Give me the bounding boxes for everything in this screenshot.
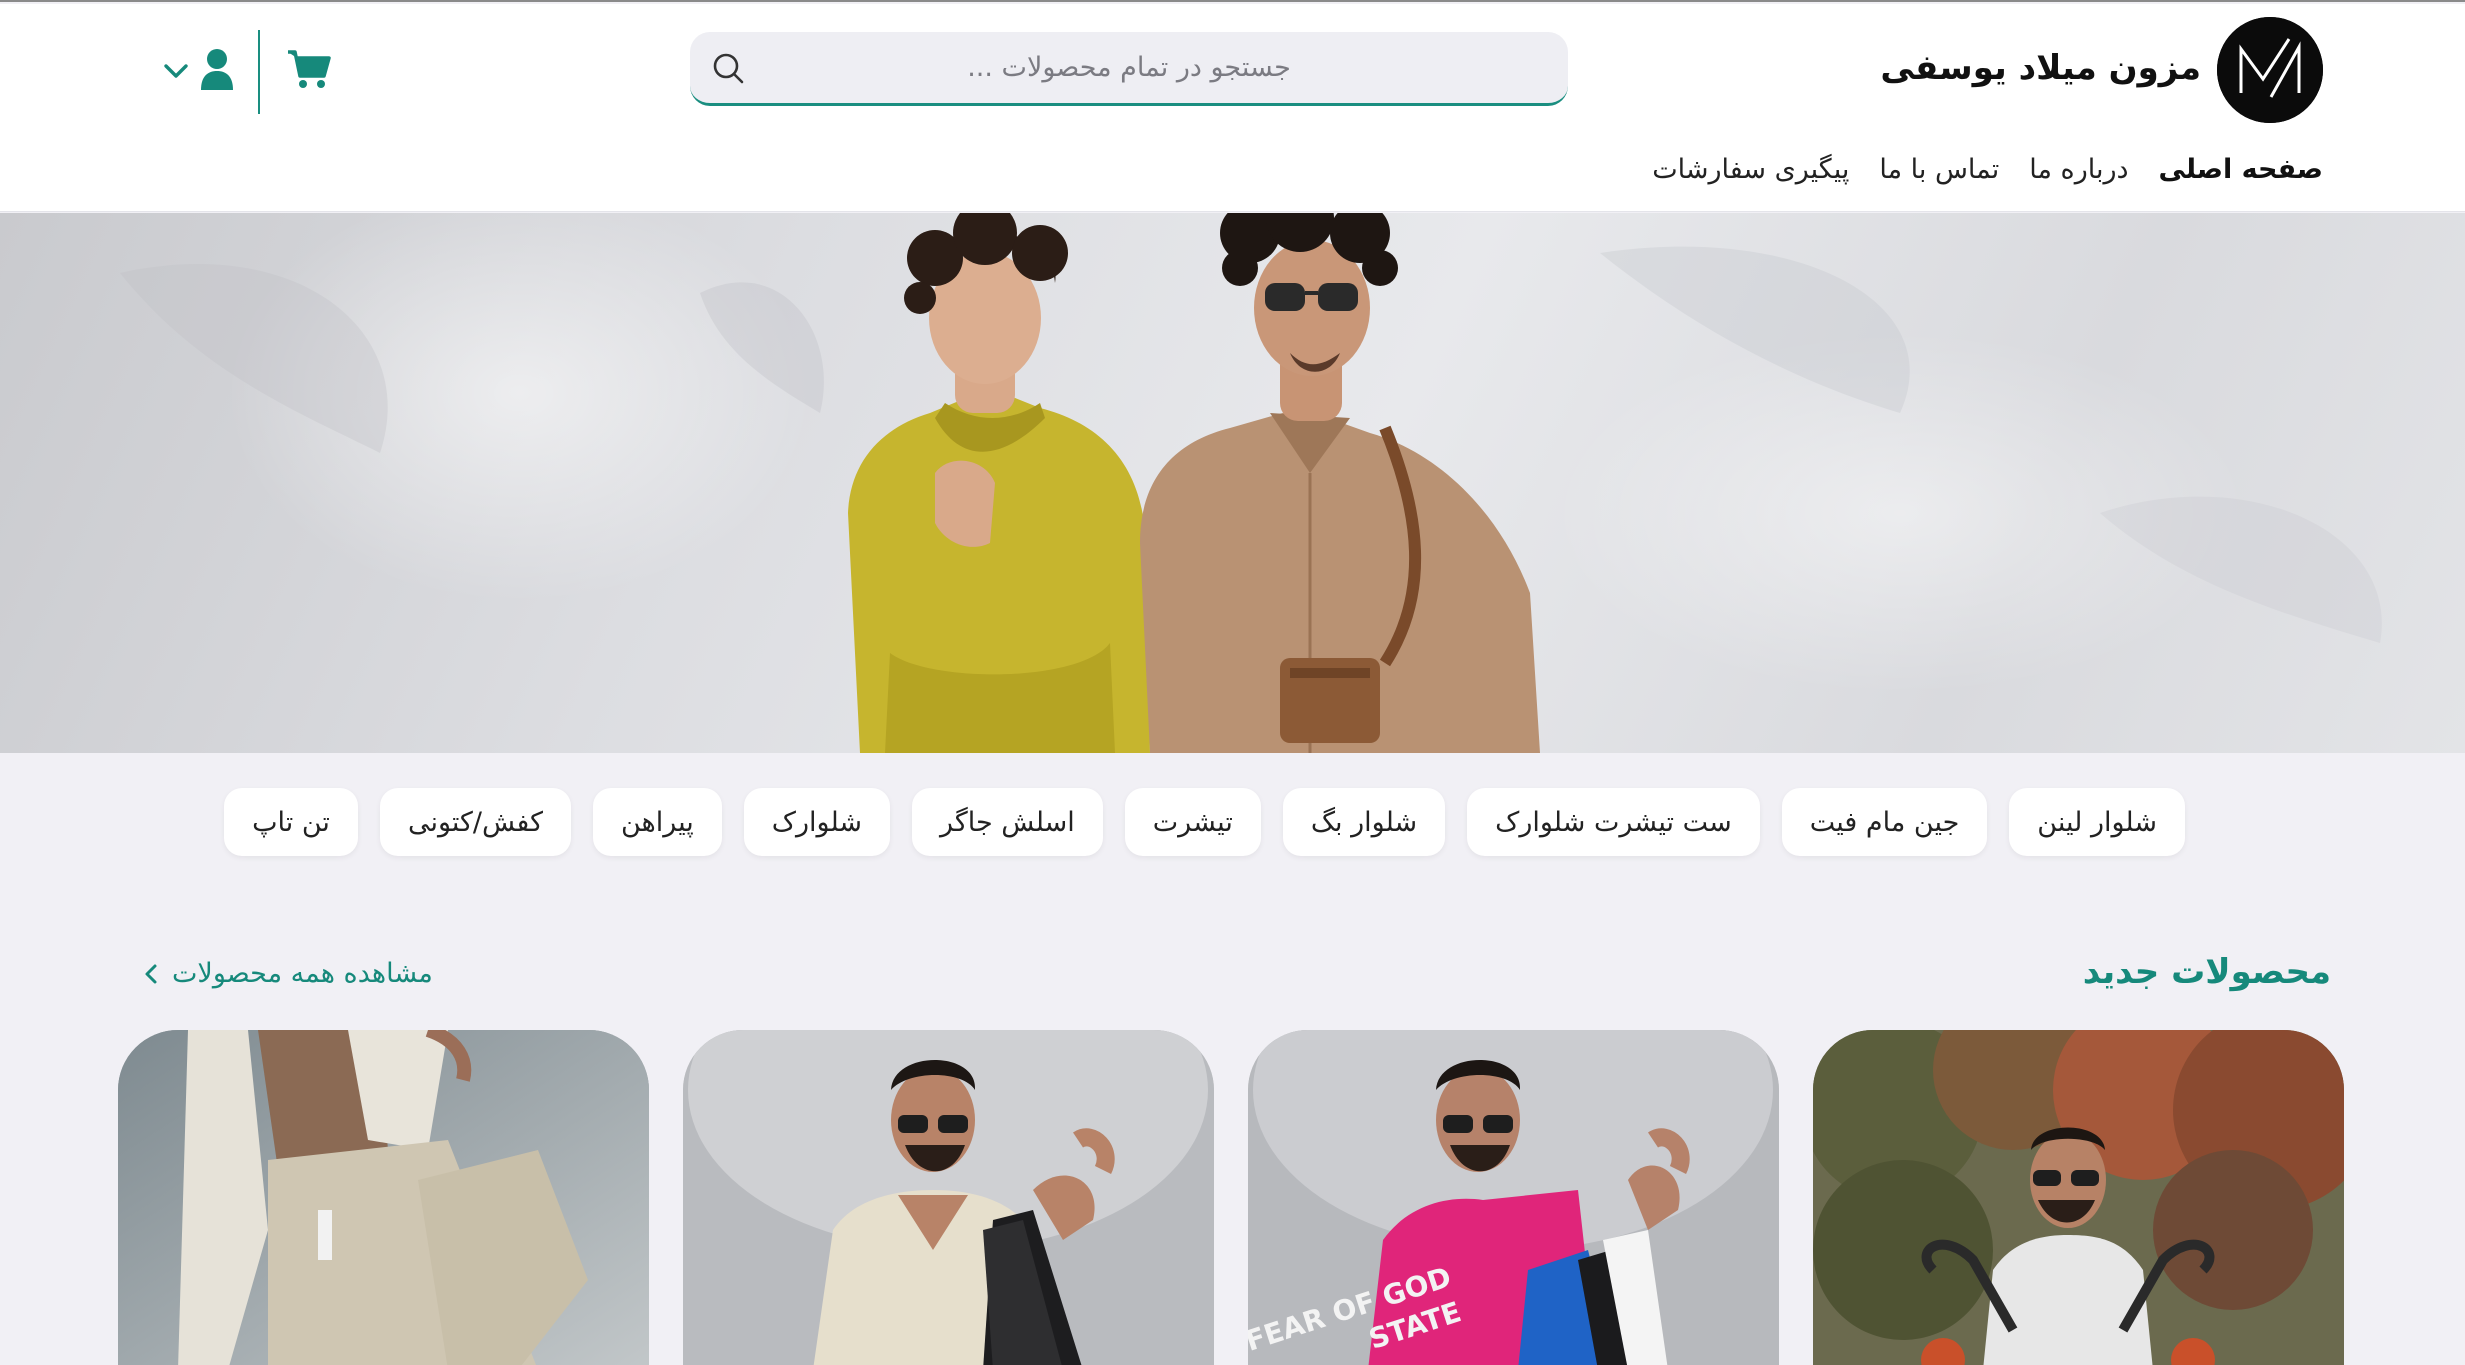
category-chip[interactable]: جین مام فیت (1781, 788, 1988, 856)
nav-about[interactable]: درباره ما (2029, 154, 2128, 185)
hero-banner-image (120, 213, 2382, 753)
category-chip[interactable]: تن تاپ (224, 788, 358, 856)
product-image (683, 1030, 1214, 1365)
header-divider (258, 30, 260, 114)
search-icon[interactable] (710, 50, 746, 86)
search-bar[interactable] (690, 32, 1568, 106)
category-chip[interactable]: ست تیشرت شلوارک (1467, 788, 1760, 856)
product-image (1813, 1030, 2344, 1365)
view-all-label[interactable]: مشاهده همه محصولات (172, 958, 433, 989)
brand-name[interactable]: مزون میلاد یوسفی (1880, 48, 2201, 88)
search-input[interactable] (690, 32, 1568, 103)
category-chips: شلوار لینن جین مام فیت ست تیشرت شلوارک ش… (224, 788, 2185, 856)
nav-contact[interactable]: تماس با ما (1879, 154, 1999, 185)
product-card[interactable] (118, 1030, 649, 1365)
view-all-products-link[interactable]: مشاهده همه محصولات (142, 958, 433, 989)
chevron-down-icon[interactable] (163, 62, 189, 80)
nav-home[interactable]: صفحه اصلی (2159, 154, 2323, 185)
product-card[interactable] (1813, 1030, 2344, 1365)
category-chip[interactable]: شلوار لینن (2009, 788, 2185, 856)
cart-icon[interactable] (286, 48, 332, 90)
category-chip[interactable]: کفش/کتونی (379, 788, 571, 856)
category-chip[interactable]: پیراهن (592, 788, 722, 856)
category-chip[interactable]: اسلش جاگر (912, 788, 1103, 856)
chevron-left-icon[interactable] (142, 962, 160, 986)
product-card[interactable] (683, 1030, 1214, 1365)
new-products-title: محصولات جدید (2082, 952, 2331, 992)
product-card[interactable]: FEAR OF GOD STATE (1248, 1030, 1779, 1365)
user-icon[interactable] (200, 48, 234, 90)
category-chip[interactable]: شلوارک (743, 788, 891, 856)
nav-order-tracking[interactable]: پیگیری سفارشات (1652, 154, 1849, 185)
product-image: FEAR OF GOD STATE (1248, 1030, 1779, 1365)
new-products-grid: FEAR OF GOD STATE (118, 1030, 2345, 1365)
category-chip[interactable]: تیشرت (1124, 788, 1261, 856)
hero-banner[interactable] (0, 213, 2465, 753)
category-chip[interactable]: شلوار بگ (1282, 788, 1446, 856)
brand-logo[interactable] (2217, 17, 2323, 123)
site-header: مزون میلاد یوسفی صفحه اصلی درباره ما تما… (0, 4, 2465, 212)
main-nav: صفحه اصلی درباره ما تماس با ما پیگیری سف… (1652, 154, 2323, 185)
product-image (118, 1030, 649, 1365)
